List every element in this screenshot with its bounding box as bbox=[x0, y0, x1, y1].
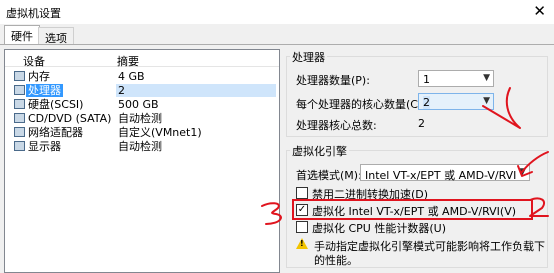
annotation-overlay bbox=[261, 87, 549, 225]
annotation-scribble-2 bbox=[529, 197, 549, 217]
annotation-arrow-mode bbox=[517, 151, 549, 177]
annotation-scribble-3 bbox=[261, 202, 282, 225]
annotation-arrow-cores bbox=[482, 87, 521, 129]
